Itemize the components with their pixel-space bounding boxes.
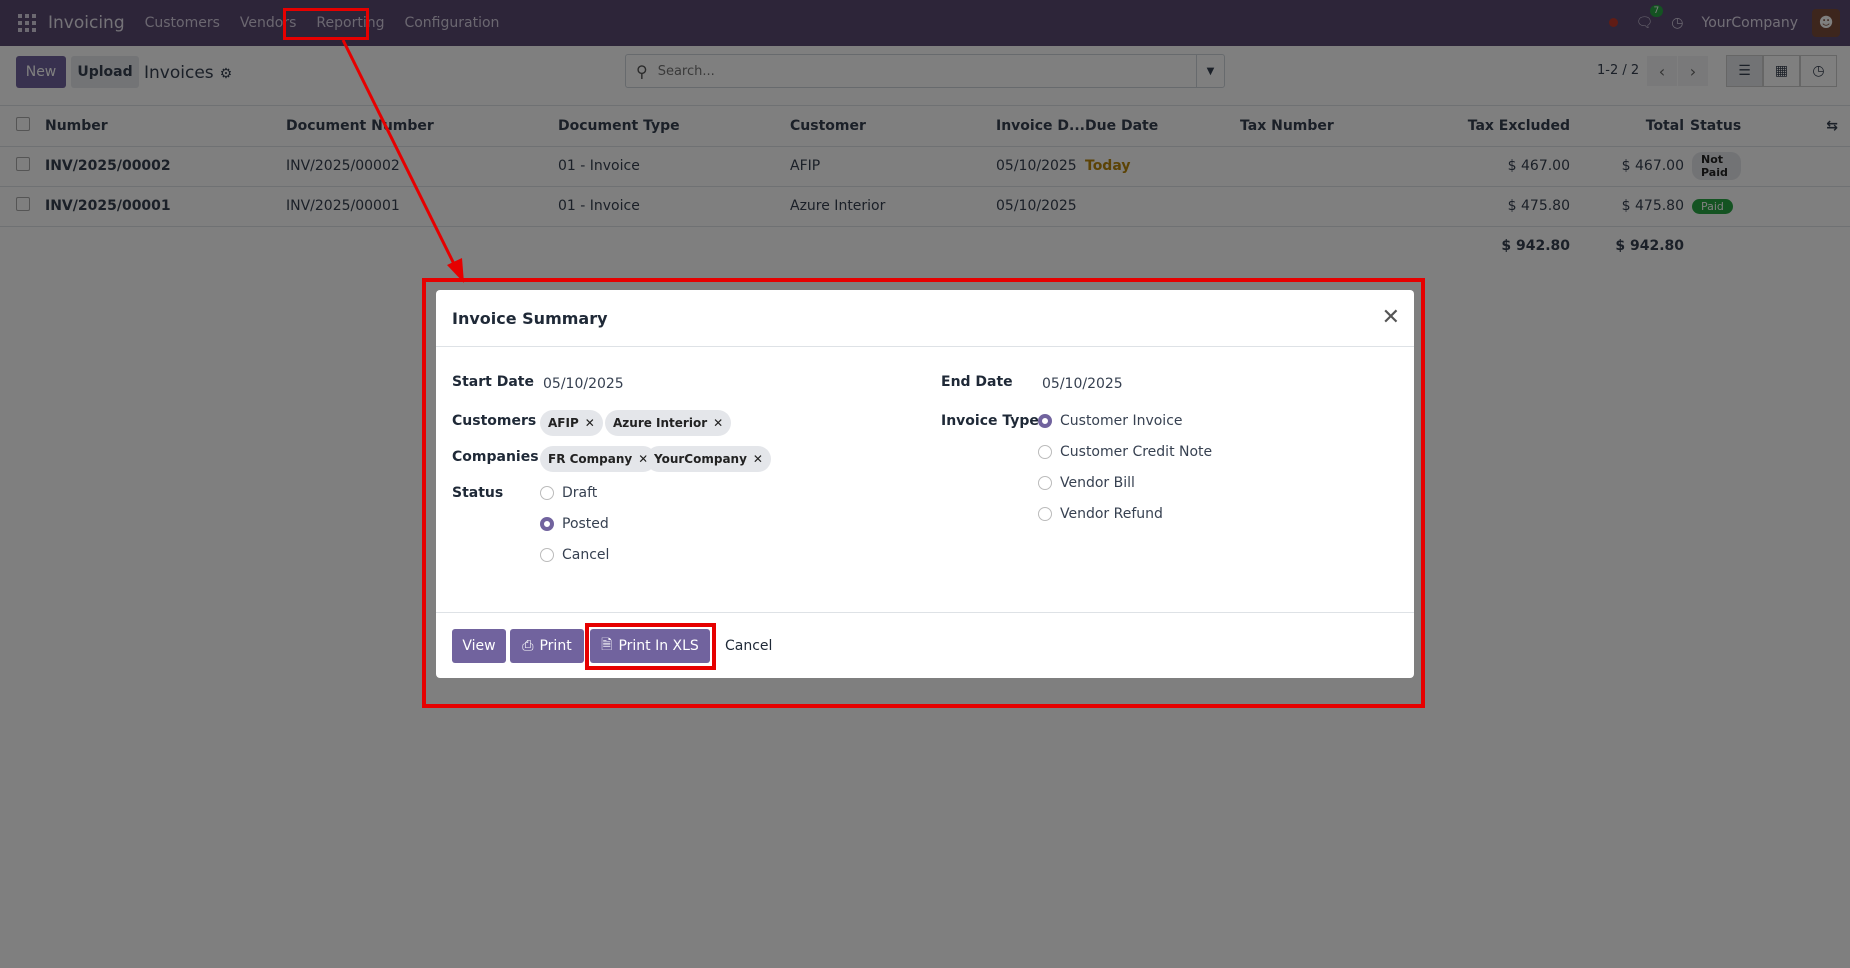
print-xls-highlight-box [585, 623, 716, 670]
dialog-highlight-box [422, 278, 1425, 708]
reporting-highlight-box [283, 8, 369, 40]
